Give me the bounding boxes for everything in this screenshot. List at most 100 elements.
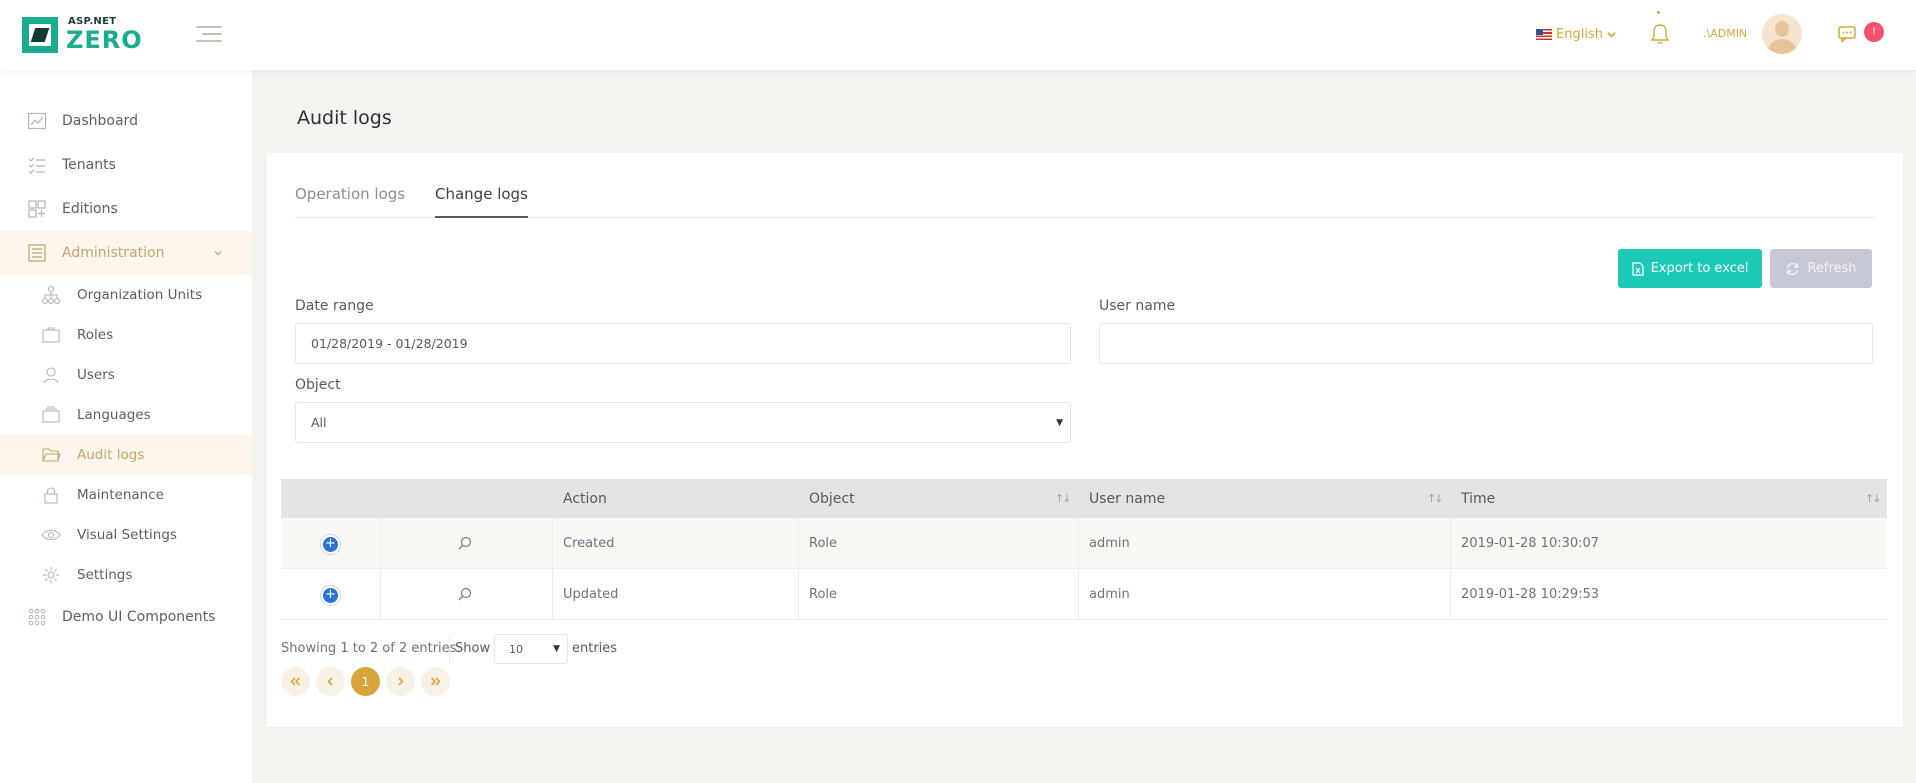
tab-operation-logs[interactable]: Operation logs: [295, 183, 405, 218]
last-page-button[interactable]: [421, 667, 450, 696]
sidebar-item-audit-logs[interactable]: Audit logs: [0, 435, 252, 475]
sidebar-item-label: Visual Settings: [77, 527, 177, 543]
export-button-label: Export to excel: [1650, 261, 1749, 276]
caret-down-icon: ▼: [1056, 417, 1063, 428]
sidebar-item-label: Settings: [77, 567, 133, 583]
user-icon: [43, 367, 59, 384]
menu-toggle-icon[interactable]: [196, 25, 222, 43]
sidebar-item-label: Organization Units: [77, 287, 203, 303]
sidebar-item-label: Audit logs: [77, 447, 145, 463]
sidebar-item-label: Maintenance: [77, 487, 164, 503]
logo-mark: [22, 17, 58, 53]
export-to-excel-button[interactable]: Export to excel: [1618, 249, 1762, 288]
object-label: Object: [295, 377, 341, 393]
briefcase-icon: [42, 327, 60, 343]
audit-logs-card: Operation logs Change logs Export to exc…: [267, 153, 1903, 727]
column-header-user-name[interactable]: User name: [1079, 479, 1451, 518]
chat-icon[interactable]: [1838, 25, 1856, 43]
double-chevron-right-icon: [430, 677, 441, 686]
sidebar-item-visual-settings[interactable]: Visual Settings: [0, 515, 252, 555]
sidebar-item-label: Demo UI Components: [62, 609, 216, 625]
object-cell: Role: [809, 587, 838, 602]
sidebar-item-settings[interactable]: Settings: [0, 555, 252, 595]
column-header-view: [381, 479, 553, 518]
refresh-button-label: Refresh: [1807, 261, 1857, 276]
bell-icon[interactable]: [1650, 22, 1670, 46]
page-button-current[interactable]: 1: [351, 667, 380, 696]
column-header-time[interactable]: Time: [1451, 479, 1887, 518]
sidebar-item-languages[interactable]: Languages: [0, 395, 252, 435]
refresh-icon: [1787, 262, 1799, 275]
page-size-select[interactable]: 10 ▼: [494, 634, 568, 664]
sidebar-item-label: Administration: [62, 245, 165, 261]
search-icon[interactable]: [457, 586, 473, 602]
table-row[interactable]: + Created Role admin 2019-01-28 10:30:07: [281, 518, 1887, 569]
dots-grid-icon: [28, 608, 46, 626]
column-header-object[interactable]: Object: [799, 479, 1079, 518]
lock-icon: [44, 487, 58, 504]
us-flag-icon: [1536, 28, 1552, 40]
column-header-action[interactable]: Action: [553, 479, 799, 518]
sidebar-item-label: Dashboard: [62, 113, 138, 129]
eye-icon: [41, 529, 61, 541]
table-row[interactable]: + Updated Role admin 2019-01-28 10:29:53: [281, 569, 1887, 620]
user-name-label: User name: [1099, 298, 1176, 314]
page-title: Audit logs: [297, 107, 392, 129]
sidebar-item-users[interactable]: Users: [0, 355, 252, 395]
tab-change-logs[interactable]: Change logs: [435, 183, 528, 218]
action-cell: Created: [563, 536, 615, 551]
action-cell: Updated: [563, 587, 619, 602]
sort-icon[interactable]: ↑↓: [1865, 492, 1882, 505]
sidebar-item-organization-units[interactable]: Organization Units: [0, 275, 252, 315]
sidebar-item-label: Roles: [77, 327, 114, 343]
first-page-button[interactable]: [281, 667, 310, 696]
previous-page-button[interactable]: [316, 667, 345, 696]
object-select[interactable]: All ▼: [295, 402, 1071, 443]
current-user-name[interactable]: .\ADMIN: [1703, 27, 1747, 40]
sort-icon[interactable]: ↑↓: [1055, 492, 1072, 505]
object-cell: Role: [809, 536, 838, 551]
app-logo[interactable]: ASP.NET ZERO: [22, 15, 142, 55]
avatar[interactable]: [1762, 14, 1802, 54]
sidebar-item-tenants[interactable]: Tenants: [0, 143, 252, 187]
grid-plus-icon: [28, 200, 46, 218]
language-dropdown[interactable]: English: [1536, 24, 1616, 44]
entries-label: entries: [572, 641, 618, 656]
chevron-down-icon: [214, 251, 222, 256]
expand-row-button[interactable]: +: [321, 586, 340, 605]
sort-icon[interactable]: ↑↓: [1427, 492, 1444, 505]
chevron-down-icon: [1607, 31, 1616, 38]
sidebar-item-editions[interactable]: Editions: [0, 187, 252, 231]
sidebar-item-maintenance[interactable]: Maintenance: [0, 475, 252, 515]
next-page-button[interactable]: [386, 667, 415, 696]
table-header: Action Object ↑↓ User name ↑↓ Time ↑↓: [281, 479, 1887, 518]
tab-bar: Operation logs Change logs: [295, 183, 1875, 218]
table-info: Showing 1 to 2 of 2 entries: [281, 641, 457, 656]
refresh-button[interactable]: Refresh: [1770, 249, 1872, 288]
sidebar-item-roles[interactable]: Roles: [0, 315, 252, 355]
pagination: 1: [281, 667, 450, 696]
list-icon: [28, 157, 45, 174]
time-cell: 2019-01-28 10:30:07: [1461, 536, 1600, 551]
top-header: ASP.NET ZERO English .\ADMIN !: [0, 0, 1916, 70]
double-chevron-left-icon: [290, 677, 301, 686]
search-icon[interactable]: [457, 535, 473, 551]
sitemap-icon: [41, 285, 61, 305]
sidebar-item-dashboard[interactable]: Dashboard: [0, 99, 252, 143]
caret-down-icon: ▼: [553, 644, 560, 654]
file-excel-icon: [1631, 261, 1644, 276]
user-name-input[interactable]: [1099, 323, 1873, 364]
object-select-value: All: [311, 415, 327, 430]
chart-icon: [27, 112, 47, 130]
gear-icon: [43, 567, 59, 583]
sidebar-item-label: Users: [77, 367, 115, 383]
language-label: English: [1556, 26, 1603, 42]
sidebar: Dashboard Tenants Editions Administratio…: [0, 70, 252, 783]
notification-dot: [1657, 11, 1660, 14]
sidebar-item-demo-ui-components[interactable]: Demo UI Components: [0, 595, 252, 639]
chevron-right-icon: [398, 677, 404, 686]
expand-row-button[interactable]: +: [321, 535, 340, 554]
layers-icon: [42, 406, 60, 423]
sidebar-item-administration[interactable]: Administration: [0, 231, 252, 275]
date-range-input[interactable]: 01/28/2019 - 01/28/2019: [295, 323, 1071, 364]
